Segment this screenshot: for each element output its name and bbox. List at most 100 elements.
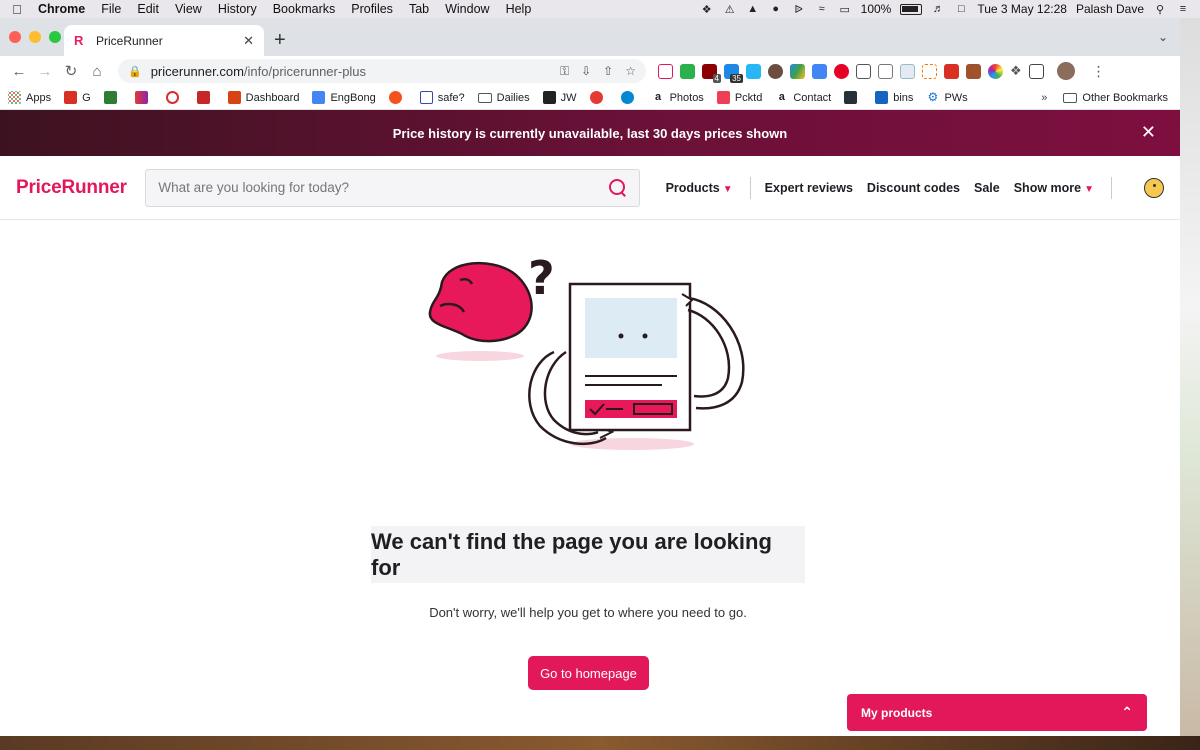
- orange-extension-icon[interactable]: [922, 63, 937, 79]
- new-tab-button[interactable]: +: [274, 29, 286, 52]
- my-products-bar[interactable]: My products ⌃: [847, 694, 1147, 731]
- spotlight-search-icon[interactable]: ⚲: [1153, 3, 1167, 16]
- menu-profiles[interactable]: Profiles: [343, 2, 401, 16]
- search-box[interactable]: What are you looking for today?: [145, 168, 640, 207]
- reload-icon[interactable]: ↻: [58, 62, 84, 80]
- battery-icon[interactable]: [900, 3, 923, 15]
- chrome-menu-icon[interactable]: ⋮: [1092, 63, 1106, 80]
- profile-avatar[interactable]: [1056, 62, 1075, 80]
- menu-view[interactable]: View: [167, 2, 210, 16]
- translate-extension-icon[interactable]: [812, 63, 827, 79]
- bookmark-dark[interactable]: [844, 91, 862, 104]
- bookmark-dashboard[interactable]: Dashboard: [227, 91, 299, 104]
- person-icon[interactable]: ●: [769, 3, 783, 15]
- bookmark-gmail[interactable]: G: [64, 91, 91, 104]
- back-arrow-icon[interactable]: ←: [6, 63, 32, 80]
- close-window-button[interactable]: [9, 31, 21, 43]
- warning-icon[interactable]: ⚠: [723, 3, 737, 16]
- control-center-icon[interactable]: ≡: [1176, 3, 1190, 15]
- bookmark-contact[interactable]: a Contact: [775, 91, 831, 104]
- nav-show-more[interactable]: Show more ▼: [1014, 181, 1094, 195]
- pocket-extension-icon[interactable]: [658, 63, 673, 79]
- flame-icon[interactable]: ▲: [746, 3, 760, 15]
- airplay-icon[interactable]: ▭: [838, 3, 852, 16]
- bookmark-pcktd[interactable]: Pcktd: [716, 91, 762, 104]
- close-banner-icon[interactable]: ✕: [1141, 122, 1156, 143]
- more-bookmarks-chevron-icon[interactable]: »: [1041, 92, 1047, 104]
- forward-arrow-icon[interactable]: →: [32, 63, 58, 80]
- bookmark-jw[interactable]: JW: [542, 91, 577, 104]
- compass-extension-icon[interactable]: [768, 63, 783, 79]
- clock[interactable]: Tue 3 May 12:28: [977, 2, 1067, 16]
- bookmark-pws[interactable]: ⚙ PWs: [926, 91, 968, 104]
- user-name[interactable]: Palash Dave: [1076, 2, 1144, 16]
- nav-discount-codes[interactable]: Discount codes: [867, 181, 960, 195]
- key-icon[interactable]: ⚿: [560, 64, 569, 79]
- side-panel-icon[interactable]: [1028, 63, 1044, 79]
- bookmark-engbong[interactable]: EngBong: [312, 91, 376, 104]
- menu-file[interactable]: File: [93, 2, 129, 16]
- trash-extension-icon[interactable]: [856, 63, 871, 79]
- ublock-extension-icon[interactable]: 4: [702, 63, 721, 83]
- bookmark-photos[interactable]: a Photos: [652, 91, 704, 104]
- dropbox-icon[interactable]: ❖: [700, 3, 714, 16]
- search-icon[interactable]: [608, 178, 627, 197]
- share-icon[interactable]: ⇧: [603, 64, 613, 79]
- minimize-window-button[interactable]: [29, 31, 41, 43]
- nav-expert-reviews[interactable]: Expert reviews: [765, 181, 853, 195]
- nav-products[interactable]: Products ▼: [666, 181, 733, 195]
- menu-app-name[interactable]: Chrome: [34, 2, 93, 16]
- wifi-icon[interactable]: ≈: [815, 3, 829, 15]
- brown-extension-icon[interactable]: [966, 63, 981, 79]
- tab-pricerunner[interactable]: R PriceRunner ✕: [64, 25, 264, 56]
- menu-edit[interactable]: Edit: [129, 2, 167, 16]
- menu-tab[interactable]: Tab: [401, 2, 437, 16]
- address-bar[interactable]: 🔒 pricerunner.com/info/pricerunner-plus …: [118, 59, 646, 83]
- lock-icon[interactable]: 🔒: [128, 65, 142, 78]
- gmail-extension-icon[interactable]: [944, 63, 959, 79]
- volume-icon[interactable]: ♬: [931, 3, 945, 15]
- reader-extension-icon[interactable]: [900, 63, 915, 79]
- bookmark-star-icon[interactable]: ☆: [625, 64, 636, 79]
- bluetooth-icon[interactable]: ᐉ: [792, 3, 806, 16]
- menu-history[interactable]: History: [210, 2, 265, 16]
- search-input[interactable]: What are you looking for today?: [158, 180, 608, 195]
- bookmark-ef[interactable]: [196, 91, 215, 104]
- go-to-homepage-button[interactable]: Go to homepage: [528, 656, 649, 690]
- bookmark-red-circle[interactable]: [165, 91, 184, 104]
- menu-window[interactable]: Window: [437, 2, 497, 16]
- pricerunner-logo[interactable]: PriceRunner: [16, 177, 145, 199]
- bookmark-other[interactable]: Other Bookmarks: [1063, 92, 1168, 104]
- green-star-extension-icon[interactable]: [680, 63, 695, 79]
- drive-extension-icon[interactable]: [790, 63, 805, 79]
- double-chevron-up-icon[interactable]: ⌃: [1121, 704, 1133, 721]
- bookmark-bins[interactable]: bins: [875, 91, 913, 104]
- blue-extension-icon[interactable]: [746, 63, 761, 79]
- home-icon[interactable]: ⌂: [84, 63, 110, 80]
- browser-toolbar: ← → ↻ ⌂ 🔒 pricerunner.com/info/pricerunn…: [0, 56, 1180, 86]
- calendar-extension-icon[interactable]: 35: [724, 63, 743, 83]
- address-url[interactable]: pricerunner.com/info/pricerunner-plus: [151, 64, 560, 79]
- calendar-icon[interactable]: □: [954, 3, 968, 15]
- menu-help[interactable]: Help: [498, 2, 540, 16]
- close-tab-icon[interactable]: ✕: [243, 33, 254, 49]
- bookmark-sky[interactable]: [134, 91, 153, 104]
- nav-sale[interactable]: Sale: [974, 181, 1000, 195]
- maximize-window-button[interactable]: [49, 31, 61, 43]
- bookmark-green[interactable]: [103, 91, 122, 104]
- pinterest-extension-icon[interactable]: [834, 63, 849, 79]
- bookmark-orange[interactable]: [388, 91, 407, 104]
- bookmark-bird[interactable]: [620, 91, 639, 104]
- tab-search-chevron-icon[interactable]: ⌄: [1158, 30, 1168, 44]
- user-avatar-icon[interactable]: [1144, 177, 1164, 198]
- bookmark-apps[interactable]: Apps: [8, 91, 51, 104]
- puzzle-extensions-icon[interactable]: ❖: [1010, 63, 1022, 79]
- bookmark-dailies[interactable]: Dailies: [477, 92, 530, 104]
- apple-icon[interactable]: : [0, 2, 34, 17]
- install-icon[interactable]: ⇩: [581, 64, 591, 79]
- menu-bookmarks[interactable]: Bookmarks: [265, 2, 344, 16]
- color-wheel-extension-icon[interactable]: [988, 63, 1003, 79]
- note-extension-icon[interactable]: [878, 63, 893, 79]
- bookmark-safe[interactable]: safe?: [419, 91, 465, 104]
- bookmark-tomato[interactable]: [589, 91, 608, 104]
